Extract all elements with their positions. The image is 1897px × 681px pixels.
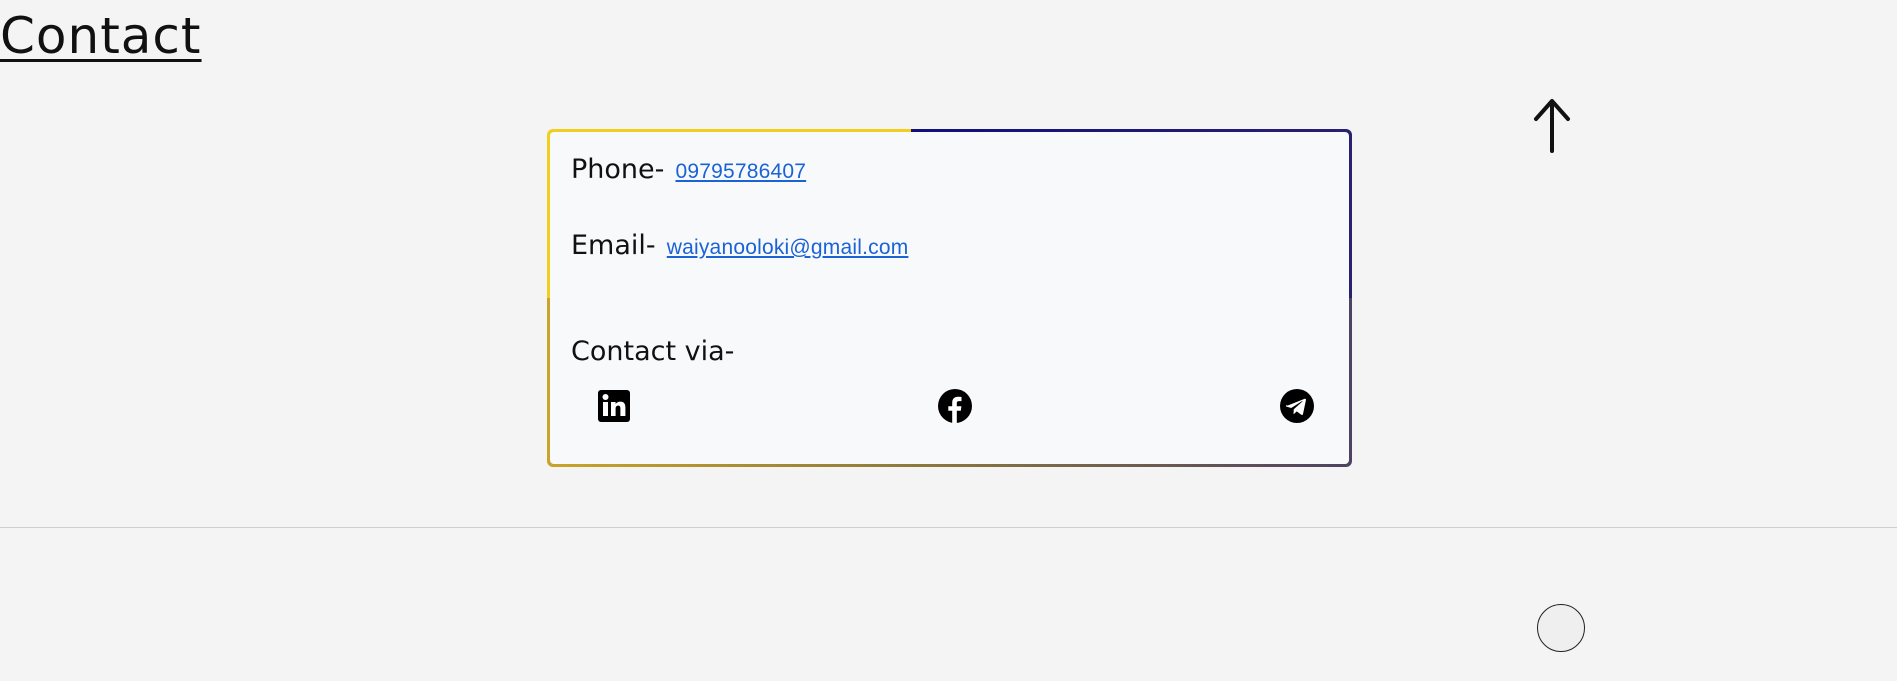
contact-card: Phone- 09795786407 Email- waiyanooloki@g… (547, 129, 1352, 467)
facebook-icon (938, 389, 972, 423)
section-title: Contact (0, 7, 202, 65)
phone-link[interactable]: 09795786407 (675, 160, 806, 183)
email-link[interactable]: waiyanooloki@gmail.com (667, 236, 909, 259)
telegram-link[interactable] (1279, 388, 1315, 424)
section-divider (0, 527, 1897, 528)
contact-via-label: Contact via- (571, 336, 735, 367)
phone-row: Phone- 09795786407 (571, 154, 806, 185)
email-label: Email- (571, 230, 656, 261)
facebook-link[interactable] (937, 388, 973, 424)
linkedin-link[interactable] (596, 388, 632, 424)
arrow-up-icon (1534, 99, 1570, 153)
email-row: Email- waiyanooloki@gmail.com (571, 230, 908, 261)
linkedin-icon (598, 390, 630, 422)
telegram-icon (1280, 389, 1314, 423)
theme-toggle-button[interactable] (1537, 604, 1585, 652)
scroll-to-top-button[interactable] (1532, 95, 1572, 155)
contact-card-body: Phone- 09795786407 Email- waiyanooloki@g… (550, 132, 1349, 464)
phone-label: Phone- (571, 154, 665, 185)
